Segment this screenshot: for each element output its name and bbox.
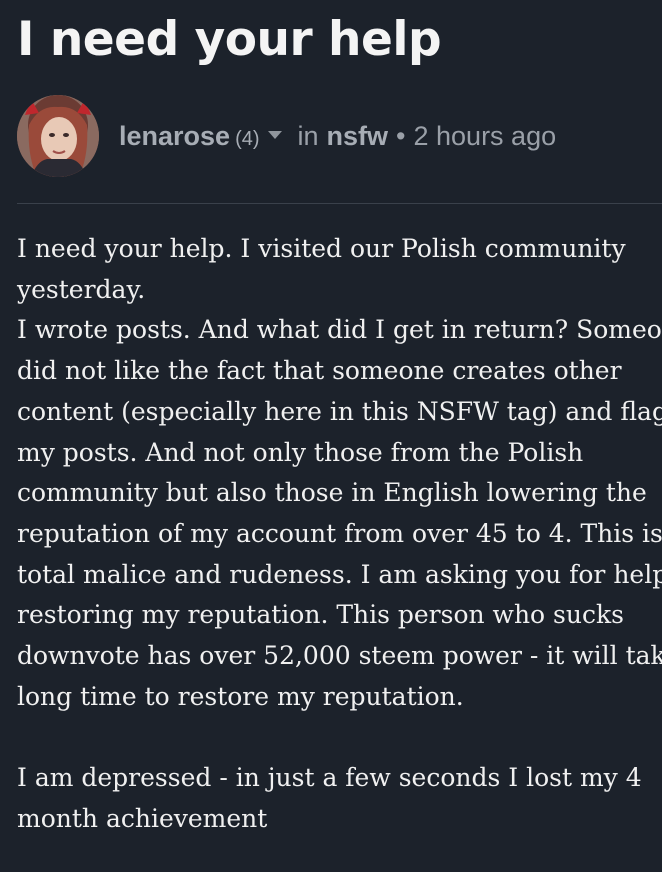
body-line: long time to restore my reputation. — [17, 681, 464, 711]
reputation-badge: (4) — [235, 127, 260, 150]
body-paragraph-1: I need your help. I visited our Polish c… — [17, 229, 662, 717]
body-line: content (especially here in this NSFW ta… — [17, 396, 662, 426]
body-line: community but also those in English lowe… — [17, 478, 647, 508]
body-paragraph-2: I am depressed - in just a few seconds I… — [17, 758, 662, 839]
community-link[interactable]: nsfw — [327, 121, 389, 152]
separator-dot: • — [396, 120, 406, 151]
body-line: did not like the fact that someone creat… — [17, 356, 622, 386]
avatar-image — [17, 95, 99, 177]
author-link[interactable]: lenarose — [119, 121, 230, 152]
body-line: total malice and rudeness. I am asking y… — [17, 559, 662, 589]
post-meta: lenarose (4) in nsfw • 2 hours ago — [119, 121, 556, 152]
post-title: I need your help — [17, 12, 442, 67]
author-row: lenarose (4) in nsfw • 2 hours ago — [17, 95, 556, 177]
body-line: reputation of my account from over 45 to… — [17, 518, 662, 548]
in-label: in — [297, 120, 319, 151]
post-timestamp: 2 hours ago — [413, 120, 557, 151]
body-line: my posts. And not only those from the Po… — [17, 437, 584, 467]
body-line: I wrote posts. And what did I get in ret… — [17, 315, 662, 345]
body-line: yesterday. — [17, 274, 146, 304]
body-line: downvote has over 52,000 steem power - i… — [17, 641, 662, 671]
avatar[interactable] — [17, 95, 99, 177]
post-page: I need your help lenarose (4) in nsfw • — [0, 0, 662, 872]
body-line: I am depressed - in just a few seconds I… — [17, 763, 642, 793]
divider — [17, 203, 662, 204]
chevron-down-icon[interactable] — [267, 130, 282, 139]
body-line: restoring my reputation. This person who… — [17, 600, 624, 630]
body-line: I need your help. I visited our Polish c… — [17, 234, 626, 263]
post-body: I need your help. I visited our Polish c… — [17, 229, 662, 840]
body-line: month achievement — [17, 803, 268, 833]
